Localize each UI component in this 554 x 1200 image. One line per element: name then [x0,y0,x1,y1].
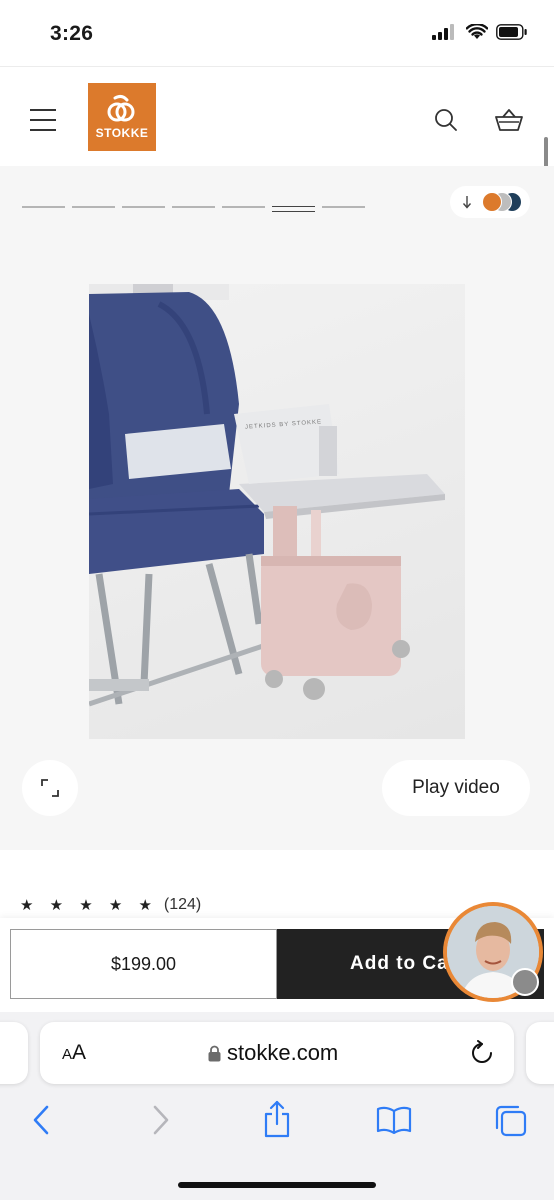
lock-icon [208,1045,221,1061]
aa-big: A [72,1041,87,1064]
aa-small: A [62,1046,73,1063]
status-icons [432,24,528,40]
color-swatch-orange[interactable] [482,192,502,212]
gallery-dot-active[interactable] [272,206,315,212]
battery-icon [496,24,527,40]
status-time: 3:26 [50,22,94,45]
bookmarks-icon[interactable] [376,1106,412,1139]
status-bar: 3:26 [0,0,554,66]
arrow-down-icon [462,196,472,209]
logo-text: STOKKE [95,126,149,140]
color-swatches [482,191,524,213]
gallery-dot[interactable] [322,206,365,208]
price-display: $199.00 [10,929,277,999]
reload-icon[interactable] [470,1040,494,1071]
url-display[interactable]: stokke.com [208,1040,338,1066]
address-bar[interactable]: AA stokke.com [40,1022,514,1084]
expand-icon [41,779,59,797]
gallery-dot[interactable] [22,206,65,208]
previous-tab-preview[interactable] [0,1022,28,1084]
chat-status-dot [511,968,539,996]
gallery-dot[interactable] [72,206,115,208]
forward-icon[interactable] [150,1104,172,1141]
search-icon[interactable] [433,107,459,138]
gallery-dot[interactable] [122,206,165,208]
url-domain: stokke.com [227,1040,339,1065]
rating-stars: ★ ★ ★ ★ ★ [20,897,158,914]
wifi-icon [466,24,488,39]
share-icon[interactable] [262,1100,292,1143]
play-video-button[interactable]: Play video [382,760,530,816]
expand-image-button[interactable] [22,760,78,816]
tabs-icon[interactable] [494,1104,528,1143]
site-header: STOKKE [0,66,554,197]
color-selector[interactable] [450,186,530,218]
gallery-dot[interactable] [172,206,215,208]
rating-count[interactable]: (124) [164,896,201,914]
hamburger-menu-icon[interactable] [30,109,56,131]
reader-settings-button[interactable]: AA [62,1041,86,1065]
next-tab-preview[interactable] [526,1022,554,1084]
stokke-emblem-icon [107,94,135,122]
stokke-logo[interactable]: STOKKE [88,83,156,151]
gallery-dot[interactable] [222,206,265,208]
home-indicator[interactable] [178,1182,376,1188]
gallery-pagination [22,206,365,212]
back-icon[interactable] [30,1104,52,1141]
product-gallery: JETKIDS BY STOKKE Play video [0,166,554,850]
basket-icon[interactable] [494,107,524,138]
product-image[interactable]: JETKIDS BY STOKKE [89,284,465,739]
product-rating[interactable]: ★ ★ ★ ★ ★ (124) [20,896,201,914]
browser-toolbar [0,1100,554,1148]
browser-chrome: AA stokke.com [0,1012,554,1200]
cellular-signal-icon [432,24,454,40]
